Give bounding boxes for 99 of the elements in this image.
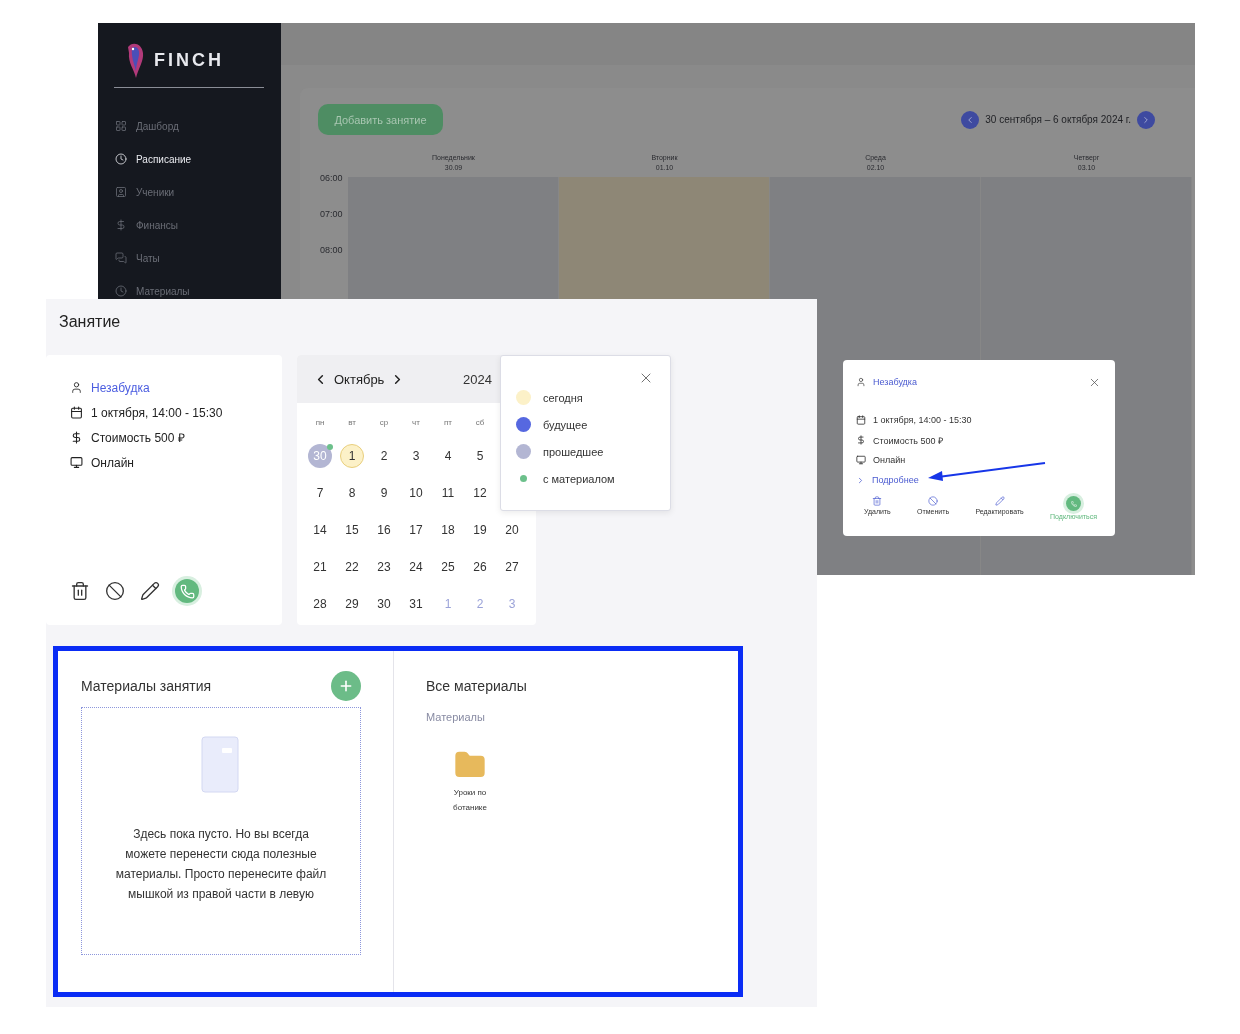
chevron-icon bbox=[856, 475, 865, 485]
hour-label: 07:00 bbox=[320, 209, 344, 221]
clock-icon bbox=[115, 153, 127, 165]
lesson-price: Стоимость 500 ₽ bbox=[91, 430, 185, 446]
calendar-day[interactable]: 12 bbox=[468, 480, 492, 505]
calendar-day[interactable]: 20 bbox=[500, 517, 524, 542]
calendar-day[interactable]: 16 bbox=[372, 517, 396, 542]
trash-icon bbox=[872, 496, 883, 506]
lesson-materials-title: Материалы занятия bbox=[81, 678, 212, 694]
sidebar-item[interactable]: Финансы bbox=[98, 213, 281, 237]
weekday-label: сб bbox=[474, 418, 486, 427]
document-icon bbox=[201, 736, 241, 794]
calendar-day[interactable]: 28 bbox=[308, 591, 332, 616]
calendar-day[interactable]: 26 bbox=[468, 554, 492, 579]
empty-state-text: Здесь пока пусто. Но вы всегда можете перенести сюда полезные материалы. Просто перенесите файл мышкой из правой части в левую bbox=[114, 826, 328, 903]
details-link[interactable]: Подробнее bbox=[872, 475, 919, 485]
dollar-icon bbox=[115, 219, 127, 231]
sidebar-item[interactable]: Ученики bbox=[98, 180, 281, 204]
weekday-label: пт bbox=[443, 418, 453, 427]
phone-icon bbox=[175, 579, 199, 603]
phone-icon bbox=[1066, 496, 1081, 511]
chat-icon bbox=[115, 252, 127, 264]
calendar-day[interactable]: 27 bbox=[500, 554, 524, 579]
student-link[interactable]: Незабудка bbox=[873, 377, 917, 387]
student-link[interactable]: Незабудка bbox=[91, 380, 150, 395]
user-icon bbox=[856, 377, 866, 387]
calendar-day[interactable]: 25 bbox=[436, 554, 460, 579]
month-label: Октябрь bbox=[334, 371, 385, 387]
calendar-day[interactable]: 3 bbox=[404, 443, 428, 468]
user-icon bbox=[70, 381, 83, 394]
calendar-day[interactable]: 30 bbox=[372, 591, 396, 616]
trash-icon bbox=[70, 581, 90, 601]
legend-label: прошедшее bbox=[543, 445, 604, 458]
lesson-datetime: 1 октября, 14:00 - 15:30 bbox=[91, 405, 223, 420]
panel-title: Занятие bbox=[58, 312, 122, 332]
weekday-label: чт bbox=[411, 418, 421, 427]
calendar-day[interactable]: 11 bbox=[436, 480, 460, 505]
calendar-day[interactable]: 8 bbox=[340, 480, 364, 505]
cancel-button[interactable] bbox=[105, 581, 125, 601]
calendar-day[interactable]: 9 bbox=[372, 480, 396, 505]
calendar-day[interactable]: 29 bbox=[340, 591, 364, 616]
sidebar-item[interactable]: Дашборд bbox=[98, 114, 281, 138]
lesson-format: Онлайн bbox=[873, 455, 906, 465]
calendar-day[interactable]: 1 bbox=[340, 443, 364, 468]
calendar-day[interactable]: 5 bbox=[468, 443, 492, 468]
calendar-icon bbox=[856, 415, 866, 425]
calendar-day[interactable]: 21 bbox=[308, 554, 332, 579]
calendar-day[interactable]: 14 bbox=[308, 517, 332, 542]
legend-label: будущее bbox=[543, 418, 588, 431]
dashboard-icon bbox=[115, 120, 127, 132]
calendar-day[interactable]: 31 bbox=[404, 591, 428, 616]
calendar-day[interactable]: 17 bbox=[404, 517, 428, 542]
lesson-format: Онлайн bbox=[91, 455, 134, 470]
monitor-icon bbox=[856, 455, 866, 465]
lesson-datetime: 1 октября, 14:00 - 15:30 bbox=[873, 415, 972, 425]
lesson-price: Стоимость 500 ₽ bbox=[873, 434, 944, 447]
plus-icon bbox=[338, 678, 354, 694]
legend-label: сегодня bbox=[543, 391, 583, 404]
year-label: 2024 bbox=[463, 371, 492, 387]
delete-button[interactable] bbox=[70, 581, 90, 601]
calendar-day[interactable]: 2 bbox=[372, 443, 396, 468]
cancel-icon bbox=[105, 581, 125, 601]
pencil-icon bbox=[140, 581, 160, 601]
weekday-label: ср bbox=[378, 418, 390, 427]
next-week-button[interactable] bbox=[1137, 110, 1155, 129]
pencil-icon bbox=[994, 496, 1005, 506]
calendar-day[interactable]: 7 bbox=[308, 480, 332, 505]
dollar-icon bbox=[856, 435, 866, 445]
drop-zone[interactable]: Здесь пока пусто. Но вы всегда можете перенести сюда полезные материалы. Просто перенесите файл мышкой из правой части в левую bbox=[81, 707, 361, 955]
calendar-day[interactable]: 18 bbox=[436, 517, 460, 542]
calendar-day[interactable]: 10 bbox=[404, 480, 428, 505]
calendar-day[interactable]: 4 bbox=[436, 443, 460, 468]
person-card-icon bbox=[115, 186, 127, 198]
sidebar-item[interactable]: Чаты bbox=[98, 246, 281, 270]
calendar-day[interactable]: 19 bbox=[468, 517, 492, 542]
dollar-icon bbox=[70, 431, 83, 444]
sidebar-item[interactable]: Расписание bbox=[98, 147, 281, 171]
calendar-day[interactable]: 22 bbox=[340, 554, 364, 579]
chevron-right-icon bbox=[1141, 114, 1151, 125]
legend-label: с материалом bbox=[543, 472, 615, 485]
hour-label: 06:00 bbox=[320, 173, 344, 185]
calendar-day[interactable]: 15 bbox=[340, 517, 364, 542]
clock-icon bbox=[115, 285, 127, 297]
sidebar-item[interactable]: Материалы bbox=[98, 279, 281, 303]
cancel-icon bbox=[928, 496, 939, 506]
section-label: Материалы bbox=[426, 711, 486, 723]
calendar-day[interactable]: 23 bbox=[372, 554, 396, 579]
week-range: 30 сентября – 6 октября 2024 г. bbox=[985, 114, 1131, 125]
folder-name[interactable]: Уроки по ботанике bbox=[445, 785, 495, 815]
logo-text: FINCH bbox=[154, 49, 224, 71]
edit-button[interactable] bbox=[140, 581, 160, 601]
calendar-day[interactable]: 24 bbox=[404, 554, 428, 579]
hour-label: 08:00 bbox=[320, 245, 344, 257]
monitor-icon bbox=[70, 456, 83, 469]
weekday-label: пн bbox=[314, 418, 326, 427]
calendar-icon bbox=[70, 406, 83, 419]
all-materials-title: Все материалы bbox=[426, 678, 527, 694]
previous-week-button[interactable] bbox=[961, 110, 980, 129]
weekday-label: вт bbox=[347, 418, 357, 427]
